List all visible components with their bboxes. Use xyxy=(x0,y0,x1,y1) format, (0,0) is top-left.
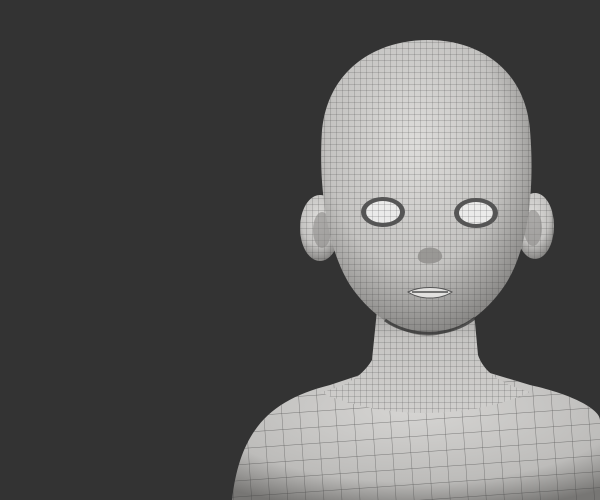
left-eye xyxy=(361,197,405,227)
nose xyxy=(417,247,443,264)
3d-viewport[interactable] xyxy=(0,0,600,500)
right-eye xyxy=(454,198,498,228)
